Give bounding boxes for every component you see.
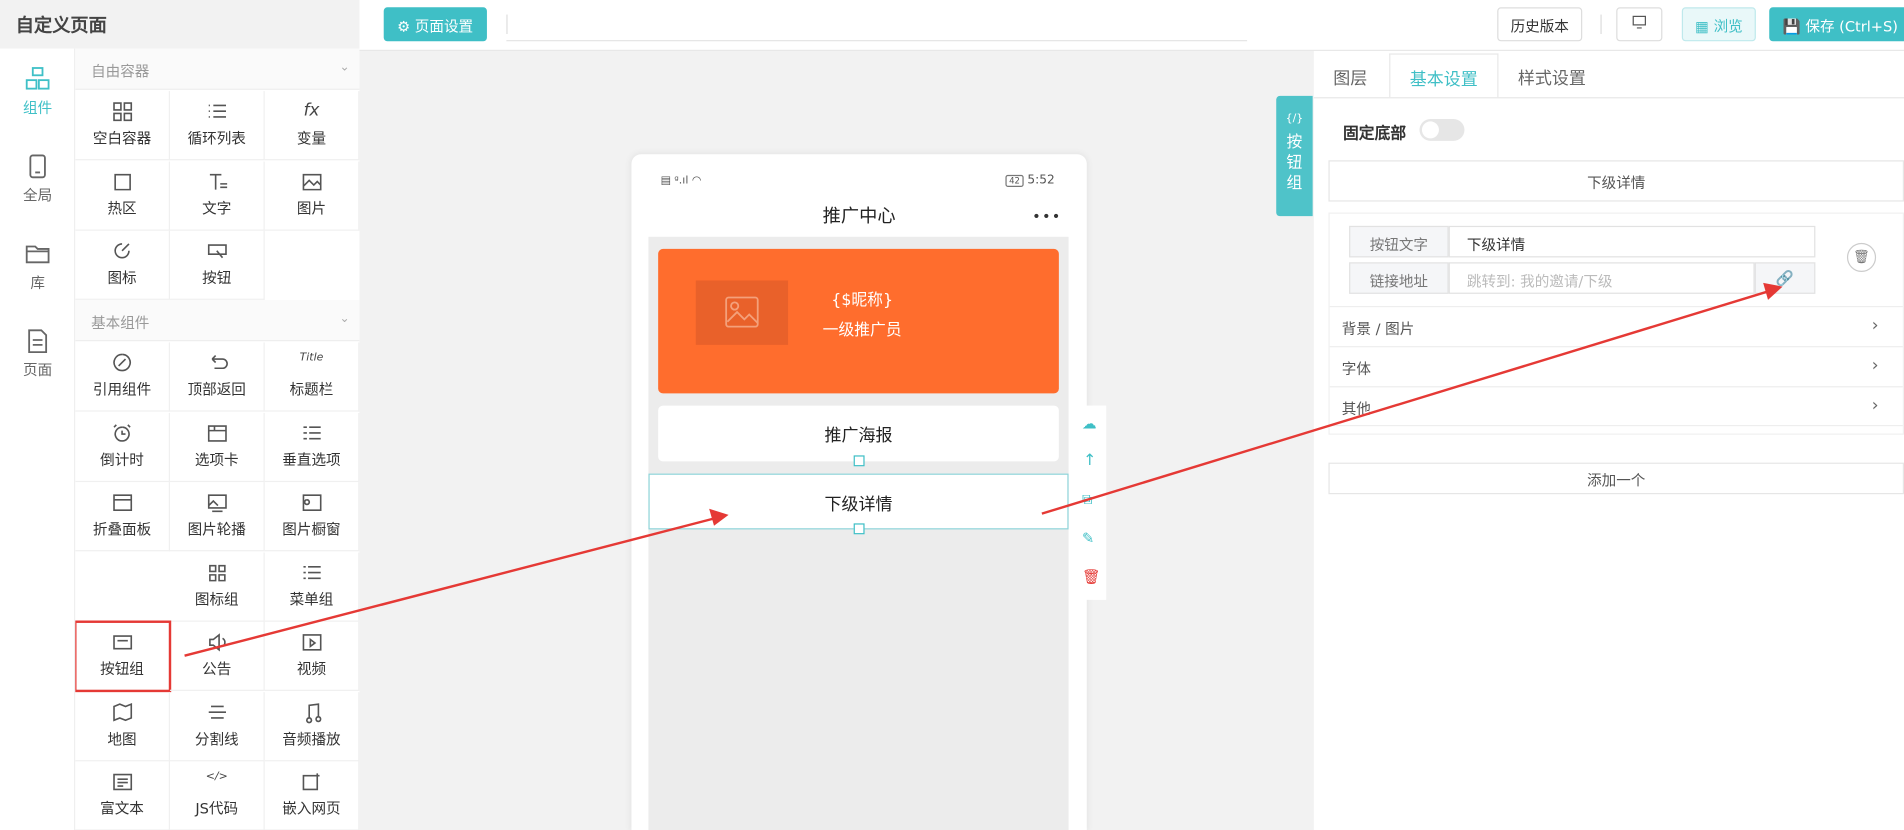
arrow-to-canvas <box>184 517 715 657</box>
annotation-arrows <box>184 282 1783 657</box>
arrow-to-link-field <box>1041 290 1769 515</box>
app-root: 自定义页面 组件 全局 库 页面 自由容器 ⌄ 空白容器 循环列表 fx 变量 热区 文字… <box>0 0 1904 830</box>
arrowhead <box>709 508 729 526</box>
arrowhead <box>1763 282 1783 300</box>
